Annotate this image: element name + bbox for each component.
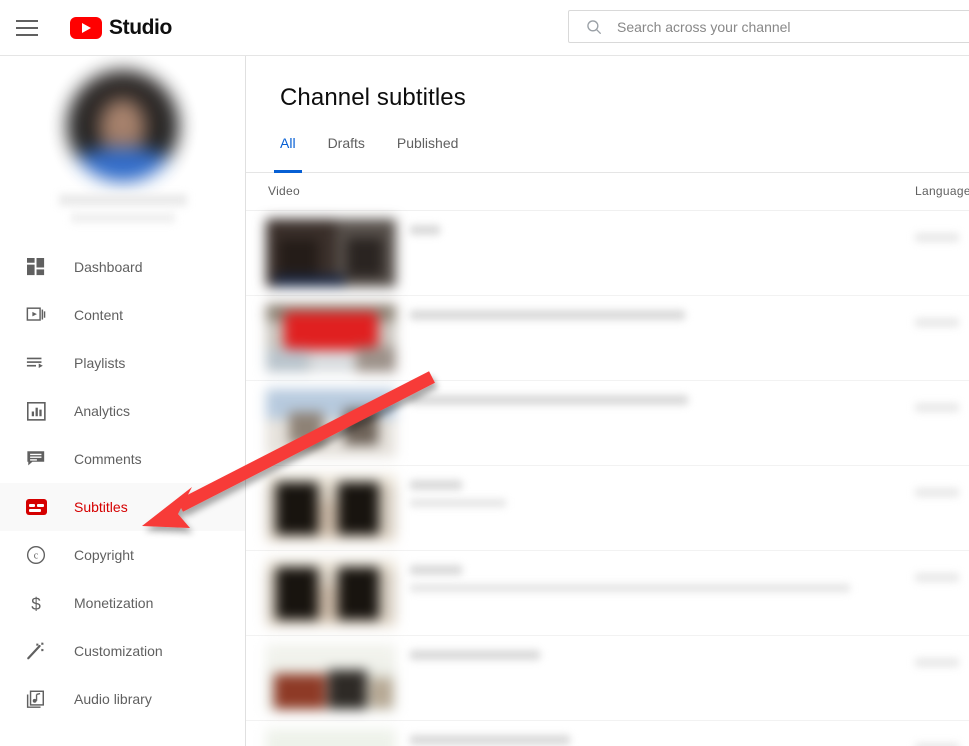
column-header-language: Language <box>915 184 969 199</box>
channel-identity[interactable] <box>0 56 245 223</box>
video-thumbnail[interactable] <box>266 558 396 627</box>
row-title <box>410 479 462 490</box>
row-title <box>410 564 462 575</box>
row-text <box>410 219 969 235</box>
row-text <box>410 559 969 592</box>
sidebar-item-label: Analytics <box>74 403 131 419</box>
row-description <box>410 498 506 507</box>
audio-note-icon <box>24 687 48 711</box>
tab-drafts[interactable]: Drafts <box>328 135 365 172</box>
table-row[interactable] <box>246 381 969 466</box>
sidebar-menu-list: Dashboard Content Playlists Analytics Co… <box>0 243 245 723</box>
table-row[interactable] <box>246 636 969 721</box>
sidebar-item-label: Copyright <box>74 547 134 563</box>
sidebar-item-analytics[interactable]: Analytics <box>0 387 245 435</box>
studio-logo[interactable]: Studio <box>70 16 172 40</box>
sidebar-item-comments[interactable]: Comments <box>0 435 245 483</box>
sidebar-item-subtitles[interactable]: Subtitles <box>0 483 245 531</box>
channel-subtitle <box>70 213 175 223</box>
sidebar-item-monetization[interactable]: $ Monetization <box>0 579 245 627</box>
video-thumbnail[interactable] <box>266 303 396 372</box>
subtitles-table-body <box>246 211 969 746</box>
sidebar-item-label: Content <box>74 307 124 323</box>
video-thumbnail[interactable] <box>266 218 396 287</box>
sidebar-item-audio-library[interactable]: Audio library <box>0 675 245 723</box>
dollar-sign-icon: $ <box>24 591 48 615</box>
video-thumbnail[interactable] <box>266 388 396 457</box>
analytics-bar-icon <box>24 399 48 423</box>
playlists-icon <box>24 351 48 375</box>
brand-label: Studio <box>109 15 172 39</box>
comments-icon <box>24 447 48 471</box>
table-row[interactable] <box>246 721 969 746</box>
search-input[interactable] <box>617 18 969 35</box>
sidebar-item-label: Audio library <box>74 691 152 707</box>
channel-name <box>58 194 187 206</box>
svg-text:c: c <box>34 551 39 562</box>
sidebar-item-playlists[interactable]: Playlists <box>0 339 245 387</box>
table-row[interactable] <box>246 551 969 636</box>
page-title: Channel subtitles <box>280 84 466 111</box>
row-text <box>410 304 969 320</box>
youtube-studio-window: Studio Search across your channel Dashbo… <box>0 0 969 746</box>
sidebar-item-dashboard[interactable]: Dashboard <box>0 243 245 291</box>
sidebar-item-content[interactable]: Content <box>0 291 245 339</box>
sidebar-item-label: Playlists <box>74 355 126 371</box>
sidebar-item-label: Customization <box>74 643 163 659</box>
search-bar[interactable] <box>568 10 969 43</box>
video-thumbnail[interactable] <box>266 728 396 746</box>
table-row[interactable] <box>246 211 969 296</box>
row-language <box>915 232 959 242</box>
copyright-icon: c <box>24 543 48 567</box>
table-row[interactable] <box>246 296 969 381</box>
search-icon <box>587 19 601 34</box>
sidebar-item-label: Subtitles <box>74 499 128 515</box>
sidebar-nav: Dashboard Content Playlists Analytics Co… <box>0 56 246 746</box>
row-title <box>410 734 570 745</box>
youtube-play-icon <box>70 16 102 39</box>
row-text <box>410 729 969 745</box>
row-description <box>410 583 850 592</box>
content-video-icon <box>24 303 48 327</box>
hamburger-menu-icon[interactable] <box>16 19 40 37</box>
channel-avatar[interactable] <box>66 70 179 182</box>
row-language <box>915 487 959 497</box>
row-text <box>410 389 969 405</box>
table-header-row: Video Language <box>246 173 969 211</box>
row-language <box>915 572 959 582</box>
tab-published[interactable]: Published <box>397 135 459 172</box>
sidebar-item-label: Monetization <box>74 595 154 611</box>
subtitle-tabs: All Drafts Published <box>246 135 969 173</box>
row-title <box>410 309 685 320</box>
column-header-video: Video <box>268 184 300 199</box>
video-thumbnail[interactable] <box>266 643 396 712</box>
sidebar-item-copyright[interactable]: c Copyright <box>0 531 245 579</box>
row-text <box>410 644 969 660</box>
avatar-shirt <box>73 148 172 182</box>
sidebar-item-label: Dashboard <box>74 259 143 275</box>
hamburger-line <box>16 33 38 36</box>
svg-text:$: $ <box>31 593 41 613</box>
sidebar-item-customization[interactable]: Customization <box>0 627 245 675</box>
row-language <box>915 657 959 667</box>
row-title <box>410 394 688 405</box>
main-content: Channel subtitles All Drafts Published V… <box>246 56 969 746</box>
row-language <box>915 317 959 327</box>
tab-all[interactable]: All <box>274 135 301 173</box>
hamburger-line <box>16 19 38 22</box>
magic-wand-icon <box>24 639 48 663</box>
table-row[interactable] <box>246 466 969 551</box>
video-thumbnail[interactable] <box>266 473 396 542</box>
top-app-bar: Studio <box>0 0 969 56</box>
sidebar-item-label: Comments <box>74 451 142 467</box>
subtitles-cc-icon <box>24 495 48 519</box>
row-text <box>410 474 969 507</box>
hamburger-line <box>16 26 38 29</box>
row-title <box>410 649 540 660</box>
row-title <box>410 224 440 235</box>
row-language <box>915 402 959 412</box>
dashboard-icon <box>24 255 48 279</box>
